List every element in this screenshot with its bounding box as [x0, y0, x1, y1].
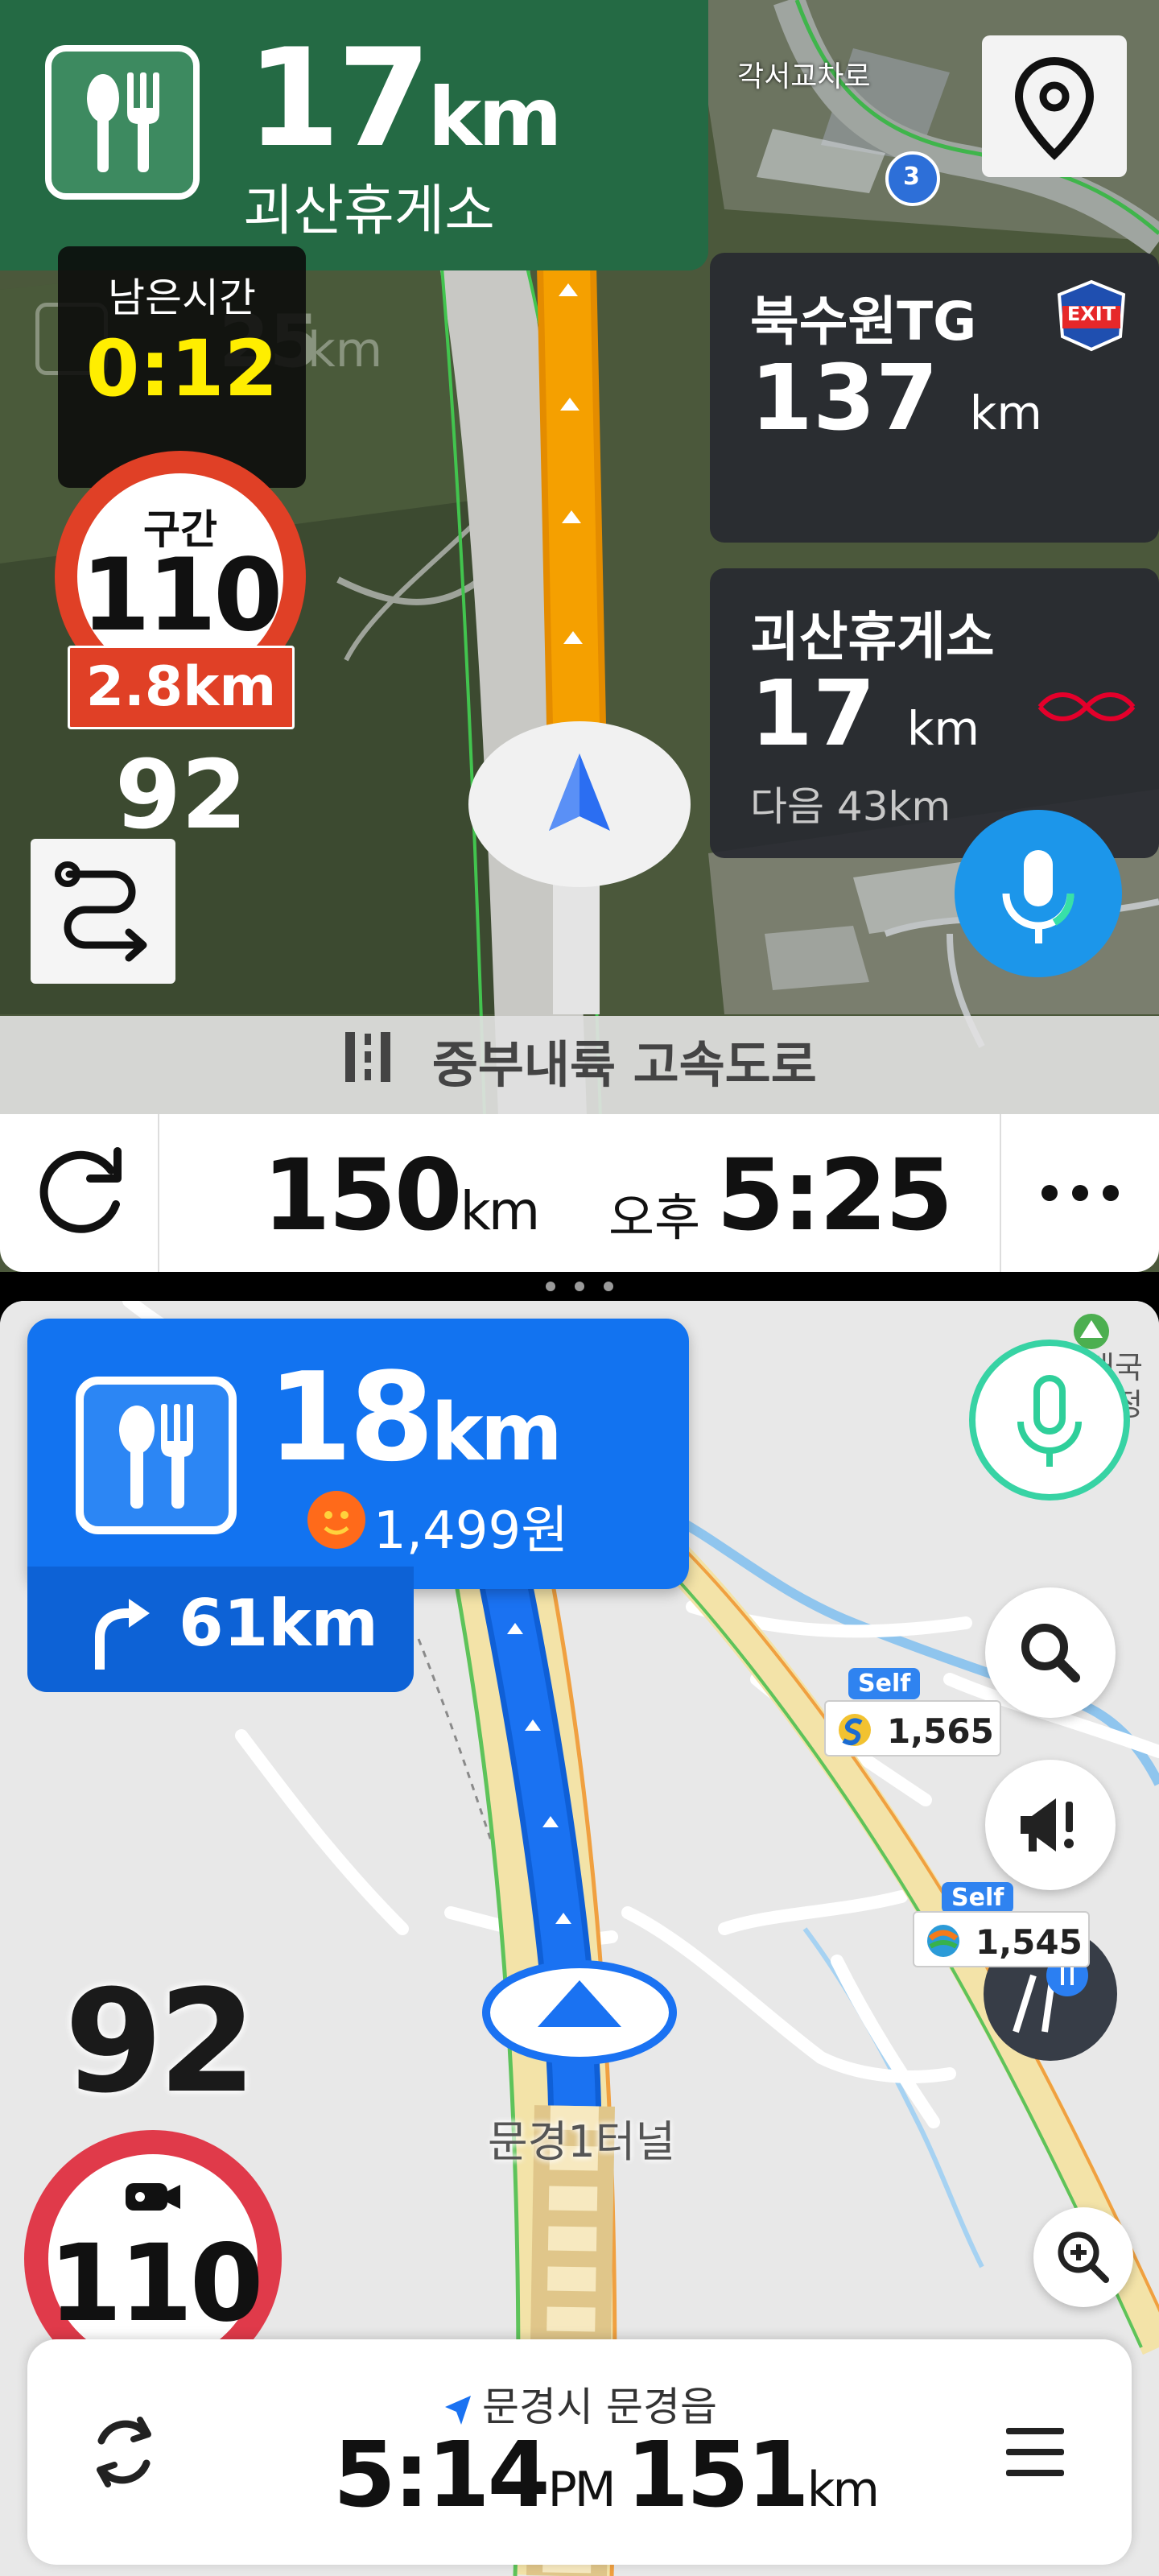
current-speed: 92	[114, 739, 248, 850]
more-button[interactable]	[1001, 1114, 1159, 1272]
self-service-tag: Self	[942, 1882, 1014, 1913]
top-navigation-pane: 각서교차로 3 25 km 17km 괴산휴게소	[0, 0, 1159, 1272]
location-button[interactable]	[982, 35, 1127, 177]
guide-distance: 18km	[267, 1346, 563, 1488]
route-icon	[55, 861, 147, 962]
next-poi-card[interactable]: 17km 괴산휴게소	[0, 0, 708, 270]
split-screen-handle[interactable]	[0, 1272, 1159, 1301]
more-dots-icon	[1041, 1185, 1119, 1201]
tollgate-distance: 137 km	[750, 346, 1042, 451]
rest-area-next: 다음 43km	[750, 783, 951, 830]
tollgate-card[interactable]: 북수원TG 137 km EXIT	[710, 253, 1159, 543]
restaurant-icon	[45, 45, 200, 200]
route-shield-label: 3	[903, 163, 920, 191]
highway-icon	[342, 1019, 394, 1117]
food-price-icon	[307, 1491, 365, 1549]
gas-station-marker[interactable]: 1,545	[913, 1911, 1090, 1967]
zoom-in-button[interactable]	[1033, 2207, 1133, 2307]
next-poi-name: 괴산휴게소	[243, 180, 495, 243]
interchange-label: 각서교차로	[737, 60, 871, 93]
status-divider	[158, 1114, 159, 1272]
menu-button[interactable]	[979, 2396, 1091, 2508]
speed-camera-icon	[126, 2183, 180, 2211]
navigation-arrow-icon	[549, 753, 610, 831]
speed-sign-face: 110	[48, 2154, 264, 2363]
report-button[interactable]	[985, 1760, 1116, 1890]
drag-handle-icon	[546, 1282, 613, 1291]
remaining-time-value: 0:12	[85, 324, 278, 414]
gas-brand-s-icon	[839, 1714, 871, 1746]
zoom-in-icon	[1058, 2231, 1109, 2283]
camera-speed-limit: 110	[48, 2222, 264, 2346]
hamburger-menu-icon	[1006, 2428, 1064, 2476]
tunnel-label: 문경1터널	[488, 2116, 676, 2167]
next-turn-card[interactable]: 61km	[27, 1567, 414, 1692]
route-options-button[interactable]	[31, 839, 175, 984]
current-speed: 92	[64, 1959, 257, 2124]
gas-station-marker[interactable]: 1,565	[824, 1700, 1001, 1757]
vehicle-position-marker	[468, 721, 691, 887]
destination-arrow-icon	[445, 2395, 472, 2425]
microphone-icon	[1017, 1375, 1082, 1467]
reroute-button[interactable]	[0, 1114, 158, 1272]
turn-right-arrow-icon	[95, 1599, 150, 1670]
voice-button[interactable]	[955, 810, 1122, 977]
microphone-icon	[1002, 850, 1074, 943]
next-turn-distance: 61km	[179, 1586, 378, 1661]
location-pin-icon	[1014, 56, 1095, 160]
arrival-time: 5:25	[716, 1138, 953, 1253]
trip-summary-bar: 문경시 문경읍 5:14PM 151km	[27, 2339, 1132, 2565]
restaurant-icon	[76, 1377, 237, 1534]
rest-area-distance: 17 km	[750, 662, 980, 766]
rest-stop-guide-card[interactable]: 18km 1,499원	[27, 1319, 689, 1589]
refresh-icon	[39, 1147, 122, 1233]
exit-icon: EXIT	[1053, 279, 1130, 353]
self-service-tag: Self	[848, 1668, 921, 1699]
arrival-time: 5:14PM	[333, 2423, 617, 2528]
remaining-distance: 150km	[262, 1138, 540, 1253]
speed-limit-value: 110	[80, 538, 283, 654]
search-button[interactable]	[985, 1587, 1116, 1718]
search-icon	[1021, 1624, 1080, 1682]
remaining-distance: 151km	[626, 2423, 880, 2528]
remaining-time-label: 남은시간	[108, 275, 256, 321]
megaphone-icon	[1021, 1798, 1074, 1852]
section-distance: 2.8km	[68, 646, 295, 729]
road-name: 중부내륙 고속도로	[431, 1035, 817, 1094]
bottom-navigation-pane: 대국 강정 18km	[0, 1301, 1159, 2576]
exit-icon-label: EXIT	[1066, 303, 1116, 325]
rest-area-title: 괴산휴게소	[750, 606, 995, 668]
ex-brand-icon	[1037, 692, 1136, 721]
gas-price: 1,545	[975, 1922, 1083, 1962]
road-name-banner: 중부내륙 고속도로	[0, 1016, 1159, 1114]
top-status-bar: 150km 오후 5:25	[0, 1114, 1159, 1272]
arrival-ampm: 오후	[608, 1188, 701, 1247]
gas-price: 1,565	[887, 1711, 994, 1751]
voice-button[interactable]	[969, 1340, 1130, 1501]
next-poi-distance: 17km	[246, 19, 562, 177]
ghost-unit: km	[307, 322, 383, 378]
gas-brand-gs-icon	[927, 1925, 959, 1957]
food-price: 1,499원	[373, 1501, 569, 1561]
tollgate-title: 북수원TG	[750, 291, 977, 353]
